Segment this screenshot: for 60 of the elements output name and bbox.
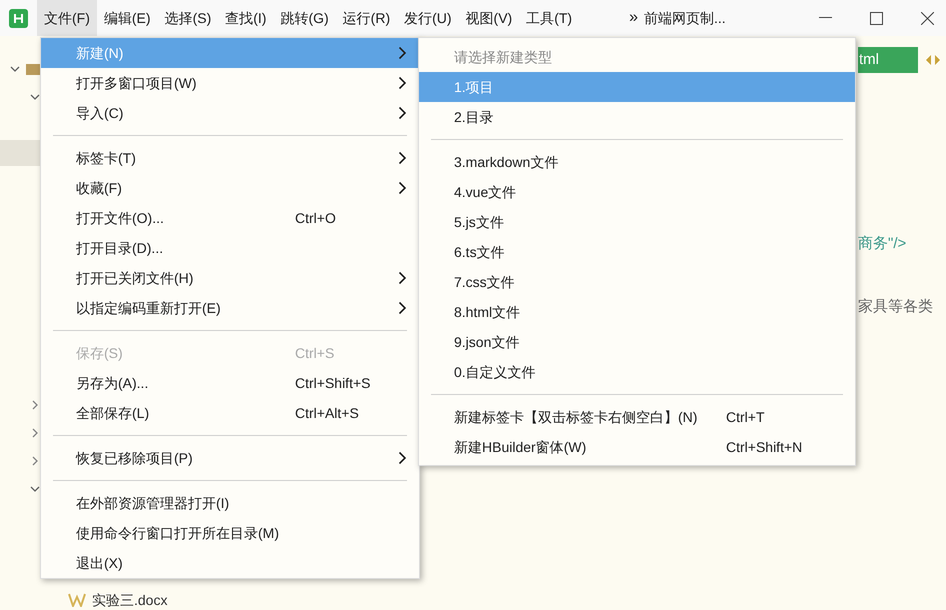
menu-item[interactable]: 打开多窗口项目(W): [41, 68, 419, 98]
code-line: 商务"/>: [858, 234, 906, 254]
menu-item[interactable]: 8.html文件: [419, 297, 855, 327]
menu-item[interactable]: 2.目录: [419, 102, 855, 132]
chevron-right-icon: [398, 271, 407, 285]
menu-item[interactable]: 工具(T): [519, 0, 580, 36]
chevron-right-icon: [32, 456, 39, 466]
menu-item[interactable]: 5.js文件: [419, 207, 855, 237]
menu-item[interactable]: 4.vue文件: [419, 177, 855, 207]
menu-item[interactable]: 运行(R): [336, 0, 398, 36]
menu-item[interactable]: 恢复已移除项目(P): [41, 443, 419, 473]
menu-item[interactable]: 3.markdown文件: [419, 147, 855, 177]
minimize-icon[interactable]: [819, 17, 832, 19]
menu-item[interactable]: 全部保存(L) Ctrl+Alt+S: [41, 398, 419, 428]
close-icon[interactable]: [921, 12, 934, 24]
menu-item[interactable]: 7.css文件: [419, 267, 855, 297]
menu-item[interactable]: 选择(S): [158, 0, 218, 36]
document-icon: [68, 593, 86, 607]
menu-item[interactable]: 使用命令行窗口打开所在目录(M): [41, 518, 419, 548]
menu-item[interactable]: 新建HBuilder窗体(W) Ctrl+Shift+N: [419, 432, 855, 462]
chevron-right-icon: [398, 451, 407, 465]
code-line: 家具等各类: [858, 297, 933, 317]
menu-item[interactable]: 查找(I): [218, 0, 274, 36]
menu-item[interactable]: 收藏(F): [41, 173, 419, 203]
file-name[interactable]: 实验三.docx: [92, 590, 168, 610]
menu-item[interactable]: 打开已关闭文件(H): [41, 263, 419, 293]
menu-item[interactable]: 退出(X): [41, 548, 419, 578]
menu-item[interactable]: 在外部资源管理器打开(I): [41, 488, 419, 518]
chevron-right-icon: [32, 400, 39, 410]
project-title: 前端网页制...: [644, 8, 726, 28]
chevron-right-icon: [398, 46, 407, 60]
chevron-right-icon: [398, 151, 407, 165]
overflow-icon[interactable]: »: [629, 6, 638, 30]
chevron-down-icon: [30, 486, 40, 493]
menu-item[interactable]: 编辑(E): [96, 0, 158, 36]
menu-item[interactable]: 导入(C): [41, 98, 419, 128]
chevron-right-icon: [398, 181, 407, 195]
app-logo-icon: [9, 8, 28, 28]
submenu-header: 请选择新建类型: [453, 48, 553, 67]
menu-item[interactable]: 视图(V): [458, 0, 520, 36]
menu-item[interactable]: 0.自定义文件: [419, 357, 855, 387]
menu-item[interactable]: 9.json文件: [419, 327, 855, 357]
menu-item[interactable]: 以指定编码重新打开(E): [41, 293, 419, 323]
chevron-right-icon: [32, 428, 39, 438]
maximize-icon[interactable]: [870, 12, 883, 24]
menu-item[interactable]: 6.ts文件: [419, 237, 855, 267]
menu-item[interactable]: 另存为(A)... Ctrl+Shift+S: [41, 368, 419, 398]
chevron-right-icon: [398, 76, 407, 90]
chevron-right-icon: [398, 106, 407, 120]
menu-item[interactable]: 新建标签卡【双击标签卡右侧空白】(N) Ctrl+T: [419, 402, 855, 432]
menu-item[interactable]: 打开文件(O)... Ctrl+O: [41, 203, 419, 233]
menu-item[interactable]: 发行(U): [397, 0, 459, 36]
chevron-down-icon: [10, 66, 20, 73]
menu-item[interactable]: 文件(F): [37, 0, 97, 36]
menu-item[interactable]: 标签卡(T): [41, 143, 419, 173]
menu-item[interactable]: 跳转(G): [273, 0, 336, 36]
chevron-right-icon: [398, 301, 407, 315]
folder-icon: [26, 64, 40, 75]
menu-item[interactable]: 打开目录(D)...: [41, 233, 419, 263]
chevron-down-icon: [30, 94, 40, 101]
